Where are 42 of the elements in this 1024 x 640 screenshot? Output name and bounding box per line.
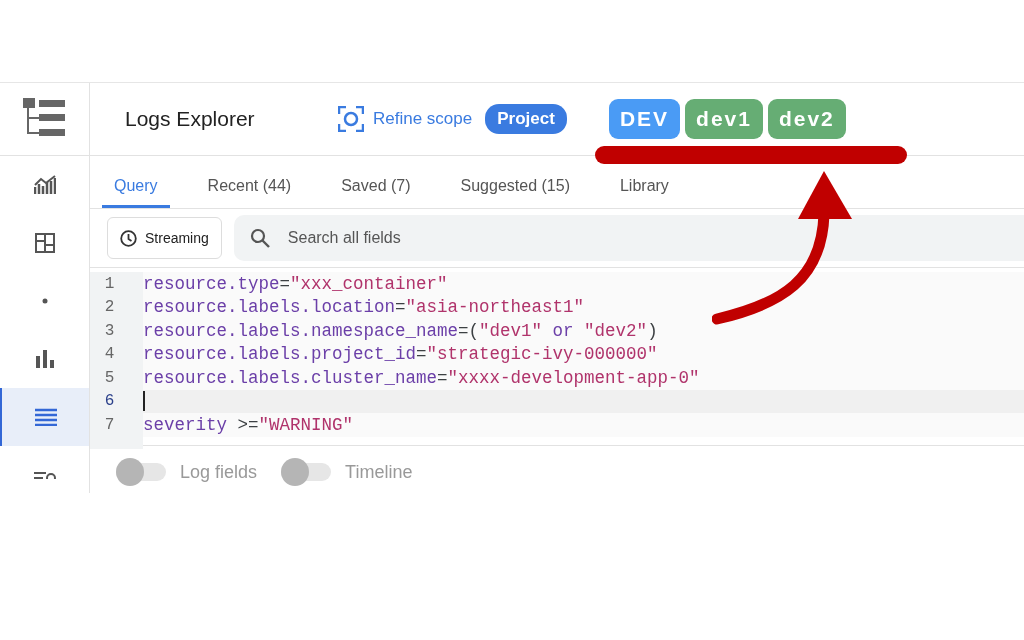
search-bar[interactable]: Search all fields bbox=[233, 215, 1024, 261]
refine-scope-button[interactable]: Refine scope bbox=[338, 106, 473, 132]
toggle-switch[interactable] bbox=[281, 458, 332, 486]
env-tag: DEV bbox=[608, 99, 681, 139]
dashboard-icon bbox=[34, 233, 55, 253]
toggle-switch[interactable] bbox=[116, 458, 166, 486]
chart-icon bbox=[33, 175, 56, 195]
code-line: resource.labels.cluster_name="xxxx-development-app-0" bbox=[143, 367, 700, 388]
sidebar-item[interactable] bbox=[0, 388, 89, 446]
clock-icon bbox=[120, 229, 137, 247]
page-title: Logs Explorer bbox=[125, 107, 256, 131]
scope-icon bbox=[338, 106, 364, 132]
list-search-icon bbox=[33, 471, 56, 479]
query-tab[interactable]: Recent (44) bbox=[195, 166, 304, 208]
env-tag: dev2 bbox=[767, 99, 846, 139]
text-cursor bbox=[143, 391, 145, 412]
line-number: 4 bbox=[90, 342, 143, 366]
line-number: 6 bbox=[90, 389, 143, 413]
code-line: resource.labels.project_id="strategic-ivy-000000" bbox=[143, 344, 658, 365]
streaming-button[interactable]: Streaming bbox=[107, 217, 222, 259]
search-icon bbox=[249, 228, 270, 248]
code-line: resource.type="xxx_container" bbox=[143, 273, 448, 294]
line-number: 7 bbox=[90, 413, 143, 437]
scope-chip[interactable]: Project bbox=[485, 104, 567, 134]
code-line: severity >="WARNING" bbox=[143, 414, 354, 435]
query-tab[interactable]: Library bbox=[607, 166, 681, 208]
code-line: resource.labels.namespace_name=("dev1" or "dev2") bbox=[143, 320, 658, 341]
query-tab[interactable]: Suggested (15) bbox=[448, 166, 582, 208]
env-tag: dev1 bbox=[685, 99, 763, 139]
toggle-label: Log fields bbox=[180, 461, 258, 483]
query-tab[interactable]: Saved (7) bbox=[329, 166, 423, 208]
line-number: 3 bbox=[90, 319, 143, 343]
line-number: 2 bbox=[90, 295, 143, 319]
line-number: 5 bbox=[90, 366, 143, 390]
search-field[interactable]: Search all fields bbox=[285, 228, 1024, 248]
bar-chart-icon bbox=[34, 350, 55, 368]
query-tab[interactable]: Query bbox=[102, 166, 170, 208]
toggle-label: Timeline bbox=[345, 461, 413, 483]
list-icon bbox=[34, 408, 57, 426]
code-line: resource.labels.location="asia-northeast1" bbox=[143, 297, 585, 318]
line-number: 1 bbox=[90, 272, 143, 296]
dot-icon bbox=[41, 298, 48, 304]
